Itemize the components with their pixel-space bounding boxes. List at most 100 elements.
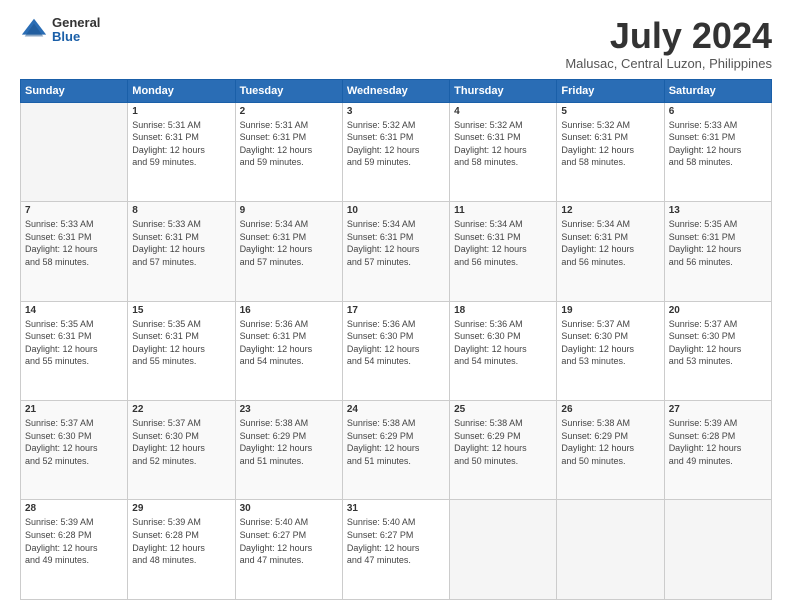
header-cell-saturday: Saturday (664, 79, 771, 102)
day-info: Sunrise: 5:38 AM Sunset: 6:29 PM Dayligh… (240, 417, 338, 467)
day-number: 29 (132, 503, 230, 514)
day-info: Sunrise: 5:37 AM Sunset: 6:30 PM Dayligh… (561, 318, 659, 368)
day-info: Sunrise: 5:36 AM Sunset: 6:30 PM Dayligh… (454, 318, 552, 368)
day-info: Sunrise: 5:36 AM Sunset: 6:30 PM Dayligh… (347, 318, 445, 368)
day-cell: 11Sunrise: 5:34 AM Sunset: 6:31 PM Dayli… (450, 202, 557, 301)
day-cell: 4Sunrise: 5:32 AM Sunset: 6:31 PM Daylig… (450, 102, 557, 201)
day-info: Sunrise: 5:35 AM Sunset: 6:31 PM Dayligh… (132, 318, 230, 368)
day-info: Sunrise: 5:32 AM Sunset: 6:31 PM Dayligh… (347, 119, 445, 169)
week-row-5: 28 Sunrise: 5:39 AM Sunset: 6:28 PM Dayli… (21, 500, 772, 600)
day-info: Sunrise: 5:33 AM Sunset: 6:31 PM Dayligh… (669, 119, 767, 169)
week-row-1: 1Sunrise: 5:31 AM Sunset: 6:31 PM Daylig… (21, 102, 772, 201)
week-row-4: 21 Sunrise: 5:37 AM Sunset: 6:30 PM Dayli… (21, 401, 772, 500)
day-cell: 8 Sunrise: 5:33 AM Sunset: 6:31 PM Daylig… (128, 202, 235, 301)
day-number: 15 (132, 305, 230, 316)
logo-blue-label: Blue (52, 30, 100, 44)
day-cell: 12 Sunrise: 5:34 AM Sunset: 6:31 PM Dayli… (557, 202, 664, 301)
day-cell: 28 Sunrise: 5:39 AM Sunset: 6:28 PM Dayli… (21, 500, 128, 600)
day-info: Sunrise: 5:39 AM Sunset: 6:28 PM Dayligh… (669, 417, 767, 467)
day-number: 21 (25, 404, 123, 415)
day-number: 16 (240, 305, 338, 316)
day-number: 23 (240, 404, 338, 415)
day-info: Sunrise: 5:35 AM Sunset: 6:31 PM Dayligh… (25, 318, 123, 368)
day-info: Sunrise: 5:31 AM Sunset: 6:31 PM Dayligh… (240, 119, 338, 169)
day-info: Sunrise: 5:34 AM Sunset: 6:31 PM Dayligh… (240, 218, 338, 268)
day-info: Sunrise: 5:35 AM Sunset: 6:31 PM Dayligh… (669, 218, 767, 268)
day-info: Sunrise: 5:39 AM Sunset: 6:28 PM Dayligh… (25, 516, 123, 566)
day-number: 22 (132, 404, 230, 415)
day-cell (21, 102, 128, 201)
day-info: Sunrise: 5:32 AM Sunset: 6:31 PM Dayligh… (561, 119, 659, 169)
day-info: Sunrise: 5:37 AM Sunset: 6:30 PM Dayligh… (132, 417, 230, 467)
day-cell (664, 500, 771, 600)
calendar-table: SundayMondayTuesdayWednesdayThursdayFrid… (20, 79, 772, 600)
day-number: 26 (561, 404, 659, 415)
day-cell: 30 Sunrise: 5:40 AM Sunset: 6:27 PM Dayli… (235, 500, 342, 600)
day-cell (557, 500, 664, 600)
day-number: 17 (347, 305, 445, 316)
day-number: 2 (240, 106, 338, 117)
day-info: Sunrise: 5:39 AM Sunset: 6:28 PM Dayligh… (132, 516, 230, 566)
day-info: Sunrise: 5:40 AM Sunset: 6:27 PM Dayligh… (347, 516, 445, 566)
day-cell: 14 Sunrise: 5:35 AM Sunset: 6:31 PM Dayli… (21, 301, 128, 400)
day-number: 4 (454, 106, 552, 117)
day-number: 30 (240, 503, 338, 514)
day-info: Sunrise: 5:38 AM Sunset: 6:29 PM Dayligh… (561, 417, 659, 467)
day-cell (450, 500, 557, 600)
day-info: Sunrise: 5:31 AM Sunset: 6:31 PM Dayligh… (132, 119, 230, 169)
day-cell: 2 Sunrise: 5:31 AM Sunset: 6:31 PM Daylig… (235, 102, 342, 201)
header-cell-wednesday: Wednesday (342, 79, 449, 102)
day-cell: 16 Sunrise: 5:36 AM Sunset: 6:31 PM Dayli… (235, 301, 342, 400)
day-number: 31 (347, 503, 445, 514)
day-number: 19 (561, 305, 659, 316)
day-number: 25 (454, 404, 552, 415)
week-row-2: 7 Sunrise: 5:33 AM Sunset: 6:31 PM Daylig… (21, 202, 772, 301)
logo-general-label: General (52, 16, 100, 30)
header-row: SundayMondayTuesdayWednesdayThursdayFrid… (21, 79, 772, 102)
day-number: 27 (669, 404, 767, 415)
day-number: 14 (25, 305, 123, 316)
day-cell: 17 Sunrise: 5:36 AM Sunset: 6:30 PM Dayli… (342, 301, 449, 400)
day-cell: 3 Sunrise: 5:32 AM Sunset: 6:31 PM Daylig… (342, 102, 449, 201)
day-info: Sunrise: 5:33 AM Sunset: 6:31 PM Dayligh… (25, 218, 123, 268)
day-cell: 23 Sunrise: 5:38 AM Sunset: 6:29 PM Dayli… (235, 401, 342, 500)
day-number: 9 (240, 205, 338, 216)
header-cell-sunday: Sunday (21, 79, 128, 102)
day-number: 20 (669, 305, 767, 316)
day-number: 7 (25, 205, 123, 216)
location: Malusac, Central Luzon, Philippines (565, 56, 772, 71)
day-info: Sunrise: 5:37 AM Sunset: 6:30 PM Dayligh… (669, 318, 767, 368)
day-cell: 20 Sunrise: 5:37 AM Sunset: 6:30 PM Dayli… (664, 301, 771, 400)
header-cell-monday: Monday (128, 79, 235, 102)
day-cell: 29 Sunrise: 5:39 AM Sunset: 6:28 PM Dayli… (128, 500, 235, 600)
day-number: 5 (561, 106, 659, 117)
day-info: Sunrise: 5:40 AM Sunset: 6:27 PM Dayligh… (240, 516, 338, 566)
day-number: 8 (132, 205, 230, 216)
day-cell: 19 Sunrise: 5:37 AM Sunset: 6:30 PM Dayli… (557, 301, 664, 400)
day-number: 11 (454, 205, 552, 216)
week-row-3: 14 Sunrise: 5:35 AM Sunset: 6:31 PM Dayli… (21, 301, 772, 400)
day-info: Sunrise: 5:38 AM Sunset: 6:29 PM Dayligh… (347, 417, 445, 467)
day-cell: 10 Sunrise: 5:34 AM Sunset: 6:31 PM Dayli… (342, 202, 449, 301)
day-cell: 27 Sunrise: 5:39 AM Sunset: 6:28 PM Dayli… (664, 401, 771, 500)
logo: General Blue (20, 16, 100, 45)
day-cell: 31 Sunrise: 5:40 AM Sunset: 6:27 PM Dayli… (342, 500, 449, 600)
header-cell-thursday: Thursday (450, 79, 557, 102)
day-info: Sunrise: 5:38 AM Sunset: 6:29 PM Dayligh… (454, 417, 552, 467)
day-number: 12 (561, 205, 659, 216)
day-info: Sunrise: 5:34 AM Sunset: 6:31 PM Dayligh… (561, 218, 659, 268)
day-cell: 6Sunrise: 5:33 AM Sunset: 6:31 PM Daylig… (664, 102, 771, 201)
day-info: Sunrise: 5:33 AM Sunset: 6:31 PM Dayligh… (132, 218, 230, 268)
day-number: 28 (25, 503, 123, 514)
day-info: Sunrise: 5:34 AM Sunset: 6:31 PM Dayligh… (347, 218, 445, 268)
header: General Blue July 2024 Malusac, Central … (20, 16, 772, 71)
day-number: 3 (347, 106, 445, 117)
day-cell: 15 Sunrise: 5:35 AM Sunset: 6:31 PM Dayli… (128, 301, 235, 400)
day-number: 10 (347, 205, 445, 216)
page: General Blue July 2024 Malusac, Central … (0, 0, 792, 612)
day-cell: 5 Sunrise: 5:32 AM Sunset: 6:31 PM Daylig… (557, 102, 664, 201)
title-block: July 2024 Malusac, Central Luzon, Philip… (565, 16, 772, 71)
day-cell: 24Sunrise: 5:38 AM Sunset: 6:29 PM Dayli… (342, 401, 449, 500)
day-info: Sunrise: 5:36 AM Sunset: 6:31 PM Dayligh… (240, 318, 338, 368)
day-cell: 22 Sunrise: 5:37 AM Sunset: 6:30 PM Dayli… (128, 401, 235, 500)
